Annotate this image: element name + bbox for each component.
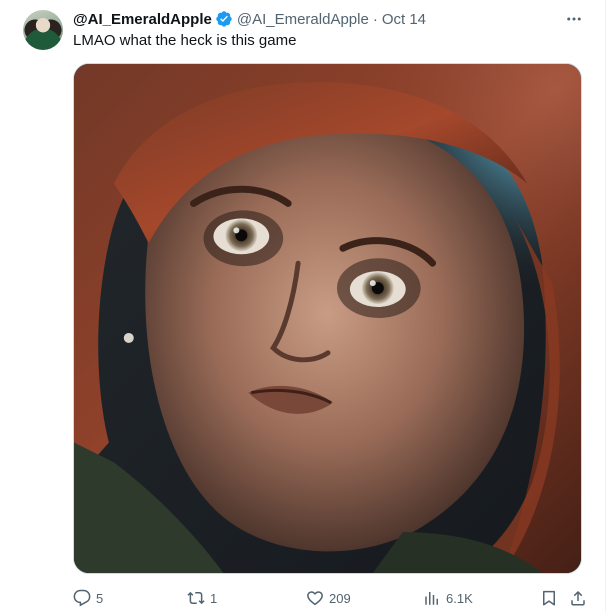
- verified-badge-icon: [215, 10, 233, 28]
- tweet-text: LMAO what the heck is this game: [73, 32, 297, 49]
- like-button[interactable]: 209: [306, 586, 351, 610]
- bookmark-button[interactable]: [540, 586, 558, 610]
- views-icon: [425, 592, 438, 605]
- reply-button[interactable]: 5: [73, 586, 103, 610]
- avatar[interactable]: [23, 10, 63, 50]
- more-icon[interactable]: [563, 8, 585, 30]
- reply-icon: [73, 589, 91, 607]
- tweet[interactable]: @AI_EmeraldApple @AI_EmeraldApple · Oct …: [0, 0, 606, 613]
- handle[interactable]: @AI_EmeraldApple: [237, 11, 369, 28]
- tweet-header: @AI_EmeraldApple @AI_EmeraldApple · Oct …: [73, 8, 585, 30]
- heart-icon: [307, 591, 323, 606]
- views-count: 6.1K: [446, 590, 473, 606]
- separator-dot: ·: [372, 10, 378, 28]
- tweet-image[interactable]: [73, 63, 582, 574]
- display-name[interactable]: @AI_EmeraldApple: [73, 11, 212, 28]
- reply-count: 5: [96, 590, 104, 606]
- share-icon: [571, 590, 585, 606]
- repost-button[interactable]: 1: [187, 586, 217, 610]
- views-button[interactable]: 6.1K: [423, 586, 473, 610]
- tweet-actions: 5 1 209 6.1K: [73, 586, 592, 610]
- repost-count: 1: [210, 590, 218, 606]
- bookmark-icon: [543, 590, 555, 606]
- share-button[interactable]: [569, 586, 587, 610]
- repost-icon: [187, 591, 205, 605]
- tweet-date[interactable]: Oct 14: [382, 11, 426, 28]
- like-count: 209: [329, 590, 351, 606]
